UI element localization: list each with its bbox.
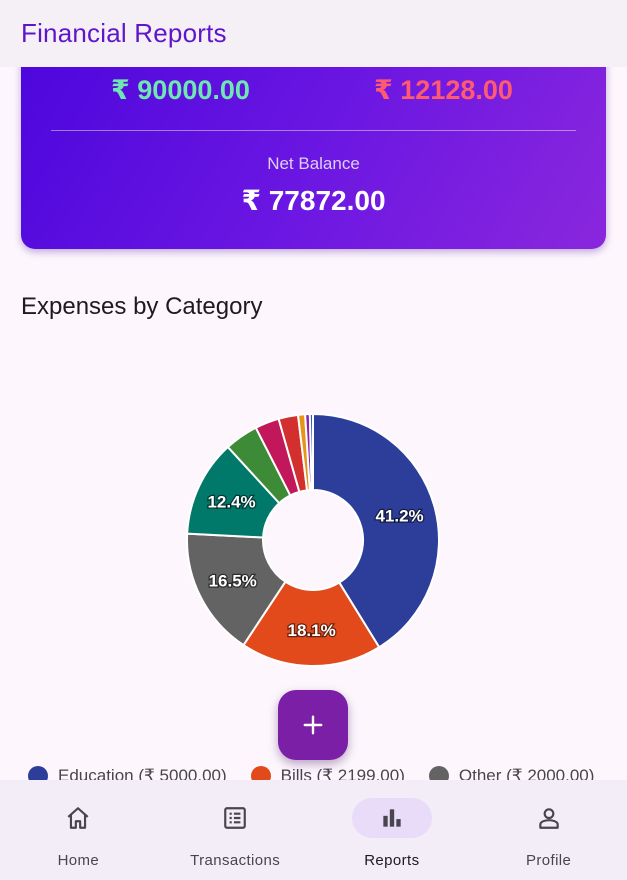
nav-icon-container [38,798,118,838]
nav-label-profile: Profile [525,852,572,869]
home-icon [67,807,89,829]
nav-label-transactions: Transactions [190,852,281,869]
total-income-value: ₹ 90000.00 [111,75,250,105]
plus-icon [303,715,323,735]
app-bar: Financial Reports [0,0,627,67]
nav-icon-container [351,798,432,838]
pie-slice-label: 12.4% [207,493,255,512]
pie-slice-label: 41.2% [375,506,423,525]
pie-slice-label: 18.1% [287,621,335,640]
net-balance-label: Net Balance [267,154,360,173]
nav-item-profile[interactable]: Profile [470,780,627,880]
summary-card [21,40,606,249]
bar-chart-icon [383,809,401,827]
nav-label-home: Home [57,852,100,869]
expenses-pie-chart: 41.2% 18.1% 16.5% 12.4% [186,412,440,667]
list-icon [224,807,246,829]
person-icon [538,808,559,829]
page-title: Financial Reports [21,18,227,48]
nav-label-reports: Reports [364,852,420,869]
total-expense-value: ₹ 12128.00 [374,75,513,105]
add-transaction-button[interactable] [278,690,348,760]
pie-slice-label: 16.5% [209,572,257,591]
bottom-navigation: Home Transactions Reports Profile [0,780,627,880]
nav-item-reports[interactable]: Reports [314,780,471,880]
nav-icon-container [195,798,275,838]
nav-item-home[interactable]: Home [0,780,157,880]
expenses-section-title: Expenses by Category [21,293,263,320]
net-balance-value: ₹ 77872.00 [241,185,386,216]
nav-icon-container [509,798,589,838]
nav-item-transactions[interactable]: Transactions [157,780,314,880]
summary-divider [51,130,576,131]
